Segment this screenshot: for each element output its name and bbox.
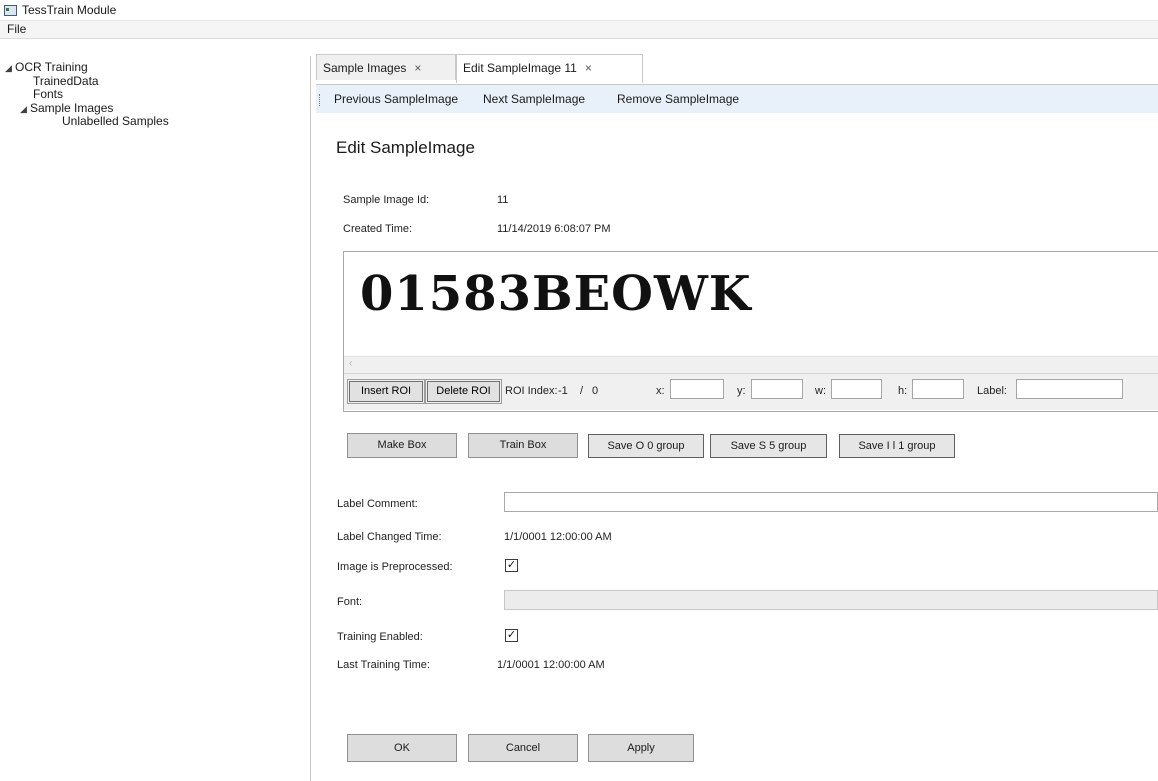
- document-tabs: Sample Images × Edit SampleImage 11 ×: [316, 54, 1158, 83]
- roi-index-value: -1: [558, 385, 568, 397]
- checkmark-icon: ✓: [506, 559, 517, 571]
- next-sampleimage-button[interactable]: Next SampleImage: [483, 92, 585, 106]
- label-comment-label: Label Comment:: [337, 498, 418, 510]
- expand-triangle-icon[interactable]: ◢: [20, 104, 30, 115]
- image-preprocessed-label: Image is Preprocessed:: [337, 561, 453, 573]
- roi-h-label: h:: [898, 385, 908, 397]
- sample-image-id-label: Sample Image Id:: [343, 194, 430, 206]
- app-icon: [4, 5, 17, 16]
- insert-roi-button[interactable]: Insert ROI: [347, 379, 425, 404]
- roi-index-separator: /: [580, 385, 584, 397]
- save-o-group-button[interactable]: Save O 0 group: [588, 434, 704, 458]
- label-changed-time-value: 1/1/0001 12:00:00 AM: [504, 531, 612, 543]
- last-training-time-label: Last Training Time:: [337, 659, 430, 671]
- menu-bar: File: [0, 21, 1158, 39]
- tree-item-ocr-training[interactable]: ◢ OCR Training: [5, 60, 88, 74]
- tab-sample-images[interactable]: Sample Images ×: [316, 54, 456, 80]
- close-tab-icon[interactable]: ×: [585, 61, 592, 75]
- created-time-value: 11/14/2019 6:08:07 PM: [497, 223, 611, 235]
- tab-edit-sampleimage[interactable]: Edit SampleImage 11 ×: [456, 54, 643, 83]
- label-changed-time-label: Label Changed Time:: [337, 531, 442, 543]
- scroll-left-icon[interactable]: ‹: [349, 358, 352, 369]
- save-i-group-button[interactable]: Save I l 1 group: [839, 434, 955, 458]
- make-box-button[interactable]: Make Box: [347, 433, 457, 458]
- roi-index-label: ROI Index:: [505, 385, 558, 397]
- tree-item-traineddata[interactable]: TrainedData: [33, 74, 99, 88]
- tree-item-fonts[interactable]: Fonts: [33, 87, 63, 101]
- tree-item-unlabelled-samples[interactable]: Unlabelled Samples: [62, 114, 169, 128]
- sample-image-id-value: 11: [497, 194, 509, 206]
- remove-sampleimage-button[interactable]: Remove SampleImage: [617, 92, 739, 106]
- page-title: Edit SampleImage: [336, 138, 475, 157]
- sample-image-text: 01583BEOWK: [360, 266, 752, 322]
- roi-label-label: Label:: [977, 385, 1007, 397]
- training-enabled-label: Training Enabled:: [337, 631, 423, 643]
- train-box-button[interactable]: Train Box: [468, 433, 578, 458]
- delete-roi-button[interactable]: Delete ROI: [425, 379, 502, 404]
- horizontal-scrollbar[interactable]: ‹: [344, 356, 1158, 373]
- tree-item-sample-images[interactable]: ◢ Sample Images: [20, 101, 113, 115]
- cancel-button[interactable]: Cancel: [468, 734, 578, 762]
- roi-w-label: w:: [815, 385, 826, 397]
- save-s-group-button[interactable]: Save S 5 group: [710, 434, 827, 458]
- last-training-time-value: 1/1/0001 12:00:00 AM: [497, 659, 605, 671]
- window-title: TessTrain Module: [22, 3, 117, 17]
- training-enabled-checkbox[interactable]: ✓: [505, 629, 518, 642]
- expand-triangle-icon[interactable]: ◢: [5, 63, 15, 74]
- label-comment-input[interactable]: [504, 492, 1158, 512]
- navigation-tree: ◢ OCR Training TrainedData Fonts ◢ Sample …: [0, 56, 311, 781]
- ok-button[interactable]: OK: [347, 734, 457, 762]
- roi-x-input[interactable]: [670, 379, 724, 399]
- roi-y-input[interactable]: [751, 379, 803, 399]
- previous-sampleimage-button[interactable]: Previous SampleImage: [334, 92, 458, 106]
- toolbar-grip-icon[interactable]: [319, 94, 322, 106]
- created-time-label: Created Time:: [343, 223, 413, 235]
- roi-w-input[interactable]: [831, 379, 882, 399]
- roi-h-input[interactable]: [912, 379, 964, 399]
- roi-index-total: 0: [592, 385, 599, 397]
- close-tab-icon[interactable]: ×: [414, 61, 421, 75]
- font-label: Font:: [337, 596, 363, 608]
- roi-y-label: y:: [737, 385, 746, 397]
- sample-toolbar: Previous SampleImage Next SampleImage Re…: [316, 84, 1158, 114]
- apply-button[interactable]: Apply: [588, 734, 694, 762]
- font-select[interactable]: [504, 590, 1158, 610]
- roi-x-label: x:: [656, 385, 665, 397]
- title-bar: TessTrain Module: [0, 0, 1158, 21]
- roi-label-input[interactable]: [1016, 379, 1123, 399]
- image-preprocessed-checkbox[interactable]: ✓: [505, 559, 518, 572]
- menu-file[interactable]: File: [4, 22, 29, 36]
- checkmark-icon: ✓: [506, 629, 517, 641]
